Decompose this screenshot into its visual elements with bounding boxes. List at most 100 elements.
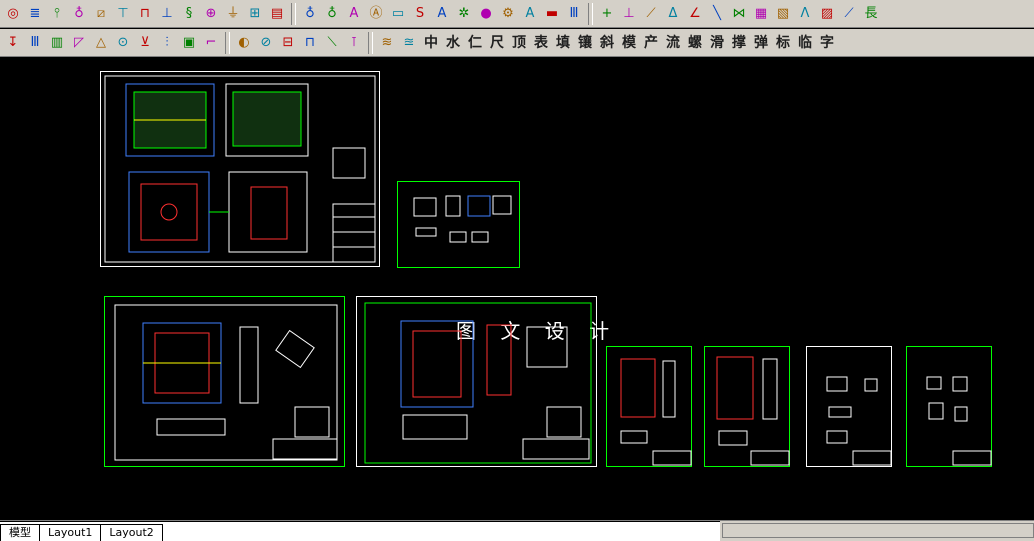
mold-drawing-2: [364, 302, 592, 464]
text-tool-button[interactable]: 表: [531, 33, 551, 53]
tab-layout1[interactable]: Layout1: [39, 524, 102, 541]
bolt-icon[interactable]: ⊤: [113, 4, 133, 24]
bridge-icon[interactable]: ⋈: [729, 4, 749, 24]
drawing-sheet-mold-2[interactable]: [356, 296, 597, 467]
text-tool-button[interactable]: 镶: [575, 33, 595, 53]
drawing-sheet-part-1[interactable]: [806, 346, 892, 467]
a0-icon[interactable]: A: [520, 4, 540, 24]
bars-icon[interactable]: Ⅲ: [564, 4, 584, 24]
s9-icon[interactable]: S: [410, 4, 430, 24]
dial-icon[interactable]: ◐: [234, 33, 254, 53]
hatch-icon[interactable]: ⧄: [91, 4, 111, 24]
gear-icon[interactable]: ✲: [454, 4, 474, 24]
text-tool-button[interactable]: 临: [795, 33, 815, 53]
target-icon[interactable]: ⊕: [201, 4, 221, 24]
bolt2-icon[interactable]: ⊺: [344, 33, 364, 53]
layers2-icon[interactable]: ≊: [399, 33, 419, 53]
line-color-icon[interactable]: ▧: [773, 4, 793, 24]
text-tool-button[interactable]: 尺: [487, 33, 507, 53]
drill-icon[interactable]: ⫯: [47, 4, 67, 24]
ellipse-icon[interactable]: ◎: [3, 4, 23, 24]
a9-icon[interactable]: A: [432, 4, 452, 24]
part-drawing-2: [926, 376, 992, 466]
hole-icon[interactable]: ⊙: [113, 33, 133, 53]
guide-pin-icon[interactable]: ⊥: [157, 4, 177, 24]
hatch-lines-icon[interactable]: ▨: [817, 4, 837, 24]
text-tool-button[interactable]: 模: [619, 33, 639, 53]
bars-icon[interactable]: Ⅲ: [25, 33, 45, 53]
bulb-icon[interactable]: ♁: [322, 4, 342, 24]
text-tool-button[interactable]: 顶: [509, 33, 529, 53]
text-tool-button[interactable]: 标: [773, 33, 793, 53]
cup-icon[interactable]: ▬: [542, 4, 562, 24]
layers-icon[interactable]: ≋: [377, 33, 397, 53]
text-tool-button[interactable]: 螺: [685, 33, 705, 53]
drawing-sheet-plate-1[interactable]: [606, 346, 692, 467]
nozzle-icon[interactable]: ⊻: [135, 33, 155, 53]
block-icon[interactable]: ▣: [179, 33, 199, 53]
plate-drawing-2: [716, 356, 790, 466]
toolbar-separator: [588, 2, 593, 25]
text-tool-button[interactable]: 滑: [707, 33, 727, 53]
text-tool-button[interactable]: 流: [663, 33, 683, 53]
text-tool-button[interactable]: 斜: [597, 33, 617, 53]
insert-icon[interactable]: ↧: [3, 33, 23, 53]
tab-model[interactable]: 模型: [0, 524, 40, 541]
text-tool-button[interactable]: 中: [421, 33, 441, 53]
bracket-icon[interactable]: ⊓: [135, 4, 155, 24]
a-dim-icon[interactable]: Δ: [663, 4, 683, 24]
a0-icon[interactable]: A: [344, 4, 364, 24]
ruler-icon[interactable]: ▥: [47, 33, 67, 53]
grid-icon[interactable]: ▦: [751, 4, 771, 24]
slash-rail-icon[interactable]: ⟍: [322, 33, 342, 53]
text-tool-button[interactable]: 字: [817, 33, 837, 53]
text-tool-button[interactable]: 弹: [751, 33, 771, 53]
funnel-icon[interactable]: ⏚: [223, 4, 243, 24]
layer-icon[interactable]: ▤: [267, 4, 287, 24]
drawing-canvas[interactable]: 图 文 设 计: [0, 57, 1034, 520]
text-tool-button[interactable]: 仁: [465, 33, 485, 53]
triangle-icon[interactable]: △: [91, 33, 111, 53]
slash-circle-icon[interactable]: ⊘: [256, 33, 276, 53]
block2-icon[interactable]: ⊟: [278, 33, 298, 53]
toolbar-row-2: ↧ Ⅲ ▥ ◸ △ ⊙ ⊻ ⫶ ▣ ⌐ ◐ ⊘ ⊟ ⊓ ⟍ ⊺ ≋ ≊ 中水仁尺顶表填镶斜模产流螺滑撑弹标临字: [0, 29, 1034, 57]
drawing-sheet-mold-1[interactable]: [104, 296, 345, 467]
cross-icon[interactable]: +: [597, 4, 617, 24]
part-drawing-1: [826, 376, 892, 466]
long-label-icon[interactable]: 長: [861, 4, 881, 24]
circle-text-icon[interactable]: Ⓐ: [366, 4, 386, 24]
layout-tabs: 模型 Layout1 Layout2: [0, 521, 720, 541]
bulb-icon[interactable]: ♁: [300, 4, 320, 24]
toolbar-separator: [291, 2, 296, 25]
settings-icon[interactable]: ⚙: [498, 4, 518, 24]
horizontal-scrollbar[interactable]: [722, 523, 1034, 538]
folder-icon[interactable]: ▭: [388, 4, 408, 24]
parts-drawing: [413, 195, 512, 243]
drawing-sheet-parts[interactable]: [397, 181, 520, 268]
text-tool-button[interactable]: 水: [443, 33, 463, 53]
pin-icon[interactable]: ⫶: [157, 33, 177, 53]
lambda-icon[interactable]: Λ: [795, 4, 815, 24]
text-tool-button[interactable]: 产: [641, 33, 661, 53]
spring-icon[interactable]: §: [179, 4, 199, 24]
text-tool-button[interactable]: 填: [553, 33, 573, 53]
stack-icon[interactable]: ≣: [25, 4, 45, 24]
angle-line-icon[interactable]: ⟋: [839, 4, 859, 24]
drawing-sheet-plate-2[interactable]: [704, 346, 790, 467]
yellow-circle-icon[interactable]: ●: [476, 4, 496, 24]
mold-icon[interactable]: ⊞: [245, 4, 265, 24]
dimension-icon[interactable]: ⊥: [619, 4, 639, 24]
angle-icon[interactable]: ∠: [685, 4, 705, 24]
rail-icon[interactable]: ⊓: [300, 33, 320, 53]
toolbar-separator: [368, 31, 373, 54]
tab-layout2[interactable]: Layout2: [100, 524, 163, 541]
chamfer-icon[interactable]: ◸: [69, 33, 89, 53]
toolbar-row-1: ◎ ≣ ⫯ ♁ ⧄ ⊤ ⊓ ⊥ § ⊕ ⏚ ⊞ ▤ ♁ ♁ A Ⓐ ▭ S A ✲ ● ⚙ A ▬ Ⅲ + ⊥ ⟋ Δ ∠ ╲ ⋈ ▦ ▧ Λ ▨ ⟋ 長: [0, 0, 1034, 28]
bulb-icon[interactable]: ♁: [69, 4, 89, 24]
text-tool-button[interactable]: 撑: [729, 33, 749, 53]
drawing-sheet-assembly[interactable]: [100, 71, 380, 267]
stairs-icon[interactable]: ⌐: [201, 33, 221, 53]
slash-icon[interactable]: ⟋: [641, 4, 661, 24]
line-icon[interactable]: ╲: [707, 4, 727, 24]
drawing-sheet-part-2[interactable]: [906, 346, 992, 467]
